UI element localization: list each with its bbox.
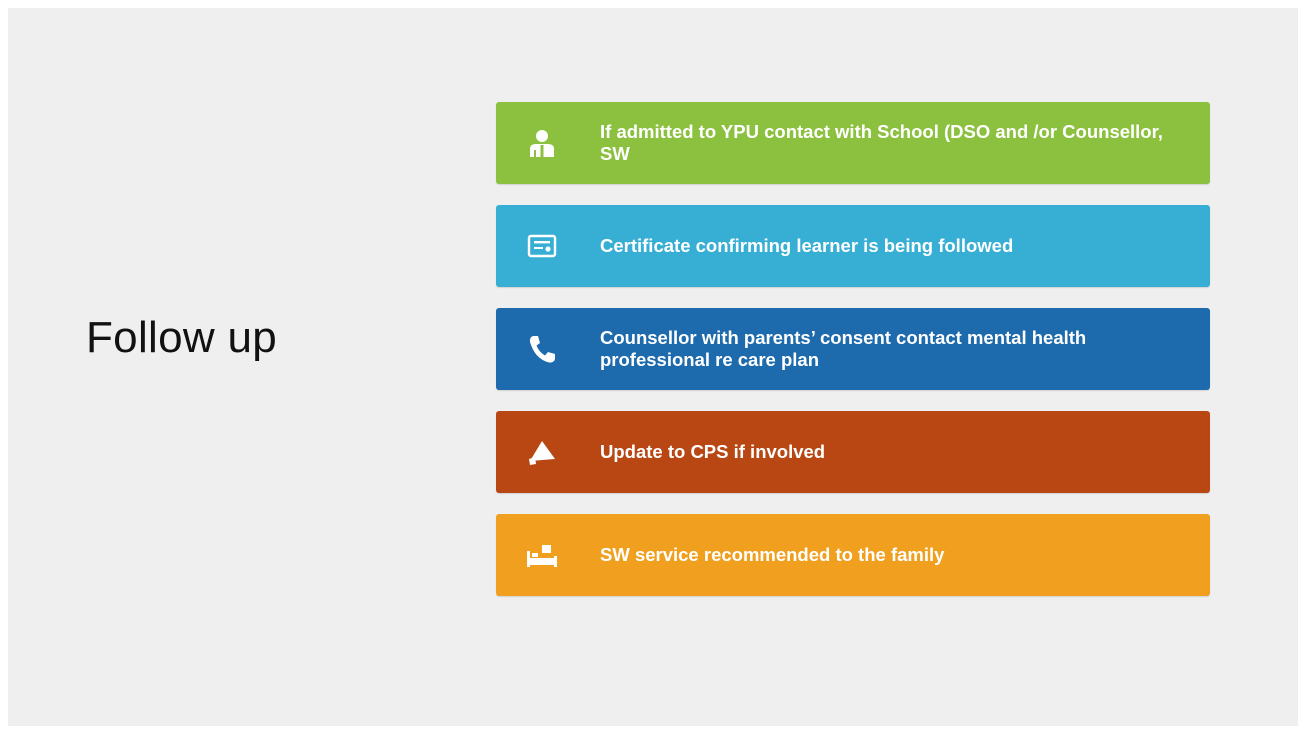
follow-up-item-text: Certificate confirming learner is being … <box>600 235 1014 256</box>
follow-up-item-text: Counsellor with parents’ consent contact… <box>600 327 1087 370</box>
follow-up-list: If admitted to YPU contact with School (… <box>496 102 1210 617</box>
phone-icon <box>522 332 562 366</box>
follow-up-item-school-contact: If admitted to YPU contact with School (… <box>496 102 1210 184</box>
follow-up-item-cps-update: Update to CPS if involved <box>496 411 1210 493</box>
slide: Follow up If admitted to YPU contact wit… <box>8 8 1298 726</box>
follow-up-item-text: SW service recommended to the family <box>600 544 945 565</box>
follow-up-item-text: Update to CPS if involved <box>600 441 826 462</box>
follow-up-item-text: If admitted to YPU contact with School (… <box>600 121 1163 164</box>
megaphone-icon <box>522 435 562 469</box>
person-icon <box>522 126 562 160</box>
certificate-icon <box>522 229 562 263</box>
slide-title: Follow up <box>86 313 278 362</box>
follow-up-item-sw-service: SW service recommended to the family <box>496 514 1210 596</box>
bed-icon <box>522 538 562 572</box>
follow-up-item-certificate: Certificate confirming learner is being … <box>496 205 1210 287</box>
follow-up-item-counsellor: Counsellor with parents’ consent contact… <box>496 308 1210 390</box>
